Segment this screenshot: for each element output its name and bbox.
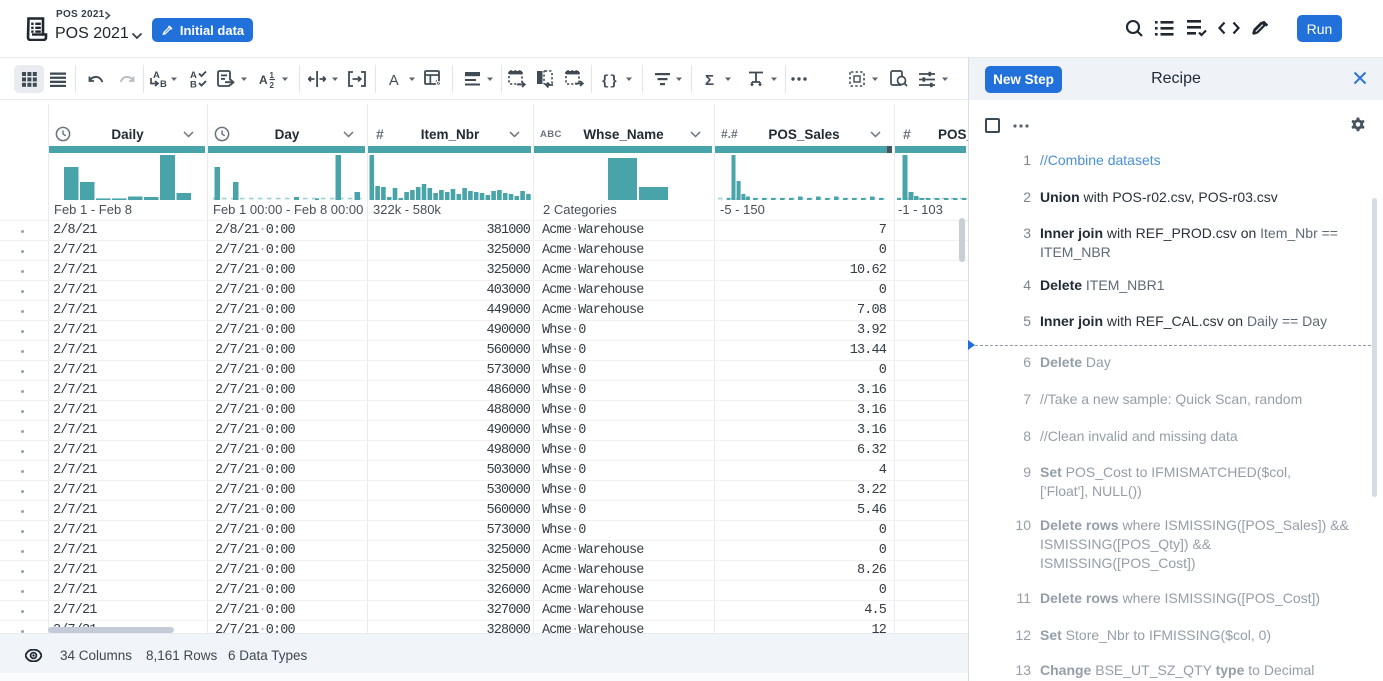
svg-text:A: A	[389, 73, 399, 87]
svg-text:{}: {}	[601, 73, 618, 88]
svg-text:1: 1	[269, 71, 274, 80]
svg-text:B: B	[160, 79, 167, 88]
svg-text:A: A	[153, 70, 160, 81]
svg-text:A: A	[259, 73, 268, 87]
svg-text:Σ: Σ	[705, 72, 714, 87]
svg-text:2: 2	[269, 81, 274, 88]
svg-text:B: B	[190, 80, 197, 89]
